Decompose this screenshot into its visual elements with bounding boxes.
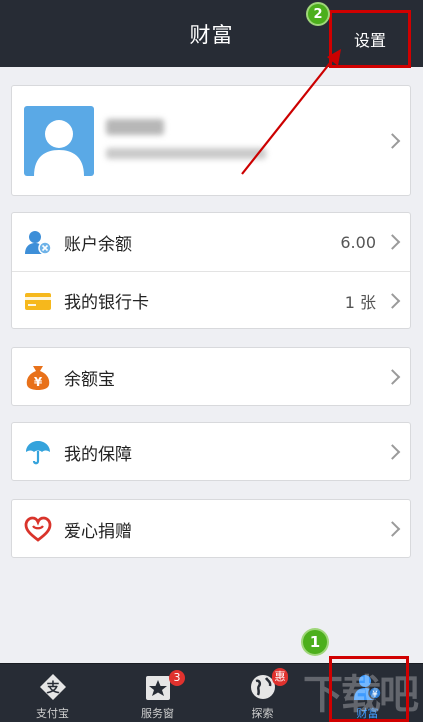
step-one-badge: 1 [303,630,327,654]
yuebao-row[interactable]: ¥ 余额宝 [12,348,410,406]
tab-alipay[interactable]: 支 支付宝 [0,664,105,722]
tab-label: 探索 [251,707,274,720]
settings-button[interactable]: 设置 [329,10,411,68]
profile-card[interactable] [11,85,411,196]
bank-card-count: 1 张 [344,292,376,312]
blurred-username [106,119,164,135]
umbrella-icon [24,438,52,466]
bank-card-row[interactable]: 我的银行卡 1 张 [12,271,410,329]
top-bar: 财富 设置 [0,0,423,68]
account-card: 账户余额 6.00 我的银行卡 1 张 [11,212,411,329]
bank-card-label: 我的银行卡 [64,293,149,313]
tab-service-window[interactable]: 3 服务窗 [105,664,210,722]
yuebao-label: 余额宝 [64,369,115,390]
svg-text:¥: ¥ [34,375,43,389]
insurance-row[interactable]: 我的保障 [12,423,410,481]
tab-label: 服务窗 [141,707,174,720]
yuebao-card: ¥ 余额宝 [11,347,411,406]
wealth-tab-highlight [329,656,409,722]
chevron-right-icon [384,369,401,385]
bank-card-icon [24,287,52,315]
star-window-icon [144,672,172,706]
step-two-badge: 2 [308,4,328,24]
alipay-icon: 支 [38,672,68,706]
avatar [24,106,94,176]
money-bag-icon: ¥ [24,363,52,391]
heart-icon [24,515,52,543]
balance-row[interactable]: 账户余额 6.00 [12,213,410,271]
blurred-account-id [106,148,266,159]
insurance-label: 我的保障 [64,444,132,465]
tab-explore[interactable]: 惠 探索 [210,664,315,722]
balance-label: 账户余额 [64,234,132,255]
insurance-card: 我的保障 [11,422,411,481]
donation-card: 爱心捐赠 [11,499,411,558]
notification-badge: 3 [169,670,185,686]
chevron-right-icon [384,132,401,149]
user-silhouette-icon [34,120,84,176]
chevron-right-icon [384,444,401,460]
account-balance-icon [24,228,52,256]
balance-value: 6.00 [340,232,376,252]
donation-label: 爱心捐赠 [64,521,132,542]
donation-row[interactable]: 爱心捐赠 [12,500,410,558]
promo-badge: 惠 [272,668,288,686]
chevron-right-icon [384,521,401,537]
chevron-right-icon [384,234,401,250]
chevron-right-icon [384,292,401,309]
svg-text:支: 支 [45,680,60,696]
tab-label: 支付宝 [36,707,69,720]
